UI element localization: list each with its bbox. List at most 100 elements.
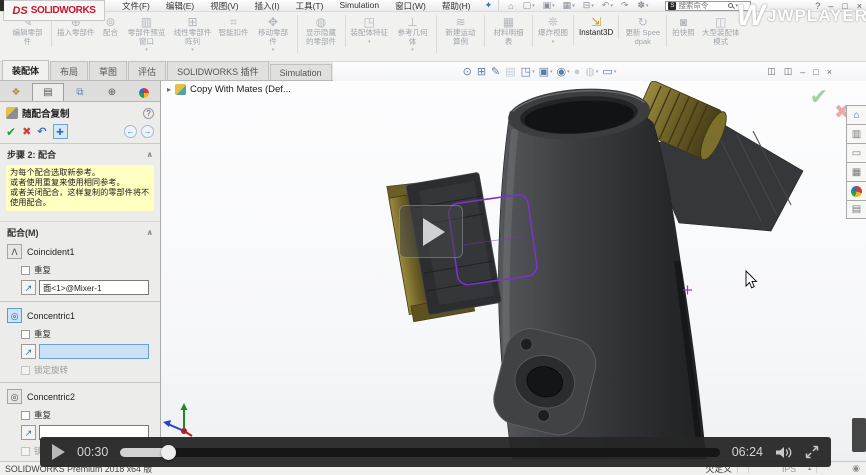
back-button[interactable]: ←: [124, 125, 137, 138]
mate-type-icon[interactable]: ◎: [7, 389, 22, 404]
mate-type-icon[interactable]: ◎: [7, 308, 22, 323]
lock-rotation-checkbox[interactable]: [21, 447, 30, 456]
repeat-checkbox[interactable]: [21, 411, 30, 420]
forward-button[interactable]: →: [141, 125, 154, 138]
window-control-button[interactable]: □: [842, 1, 847, 11]
volume-icon[interactable]: [775, 446, 793, 459]
quick-access-button[interactable]: ⌂: [505, 1, 517, 11]
command-button[interactable]: ≋ 新建运动算例: [439, 15, 485, 47]
repeat-checkbox[interactable]: [21, 266, 30, 275]
quick-access-button[interactable]: ▦▾: [560, 0, 578, 11]
command-tab[interactable]: SOLIDWORKS 插件: [167, 61, 269, 80]
command-tab[interactable]: 装配体: [2, 60, 49, 80]
command-button[interactable]: ▦ 材料明细表: [487, 15, 533, 47]
command-tab[interactable]: 评估: [128, 61, 166, 80]
manager-tab[interactable]: [128, 83, 160, 101]
quick-access-button[interactable]: ↷: [618, 0, 633, 11]
lock-rotation-checkbox[interactable]: [21, 366, 30, 375]
view-tool-button[interactable]: ▤: [505, 65, 516, 78]
step-section-header[interactable]: 步骤 2: 配合 ∧: [0, 144, 160, 163]
view-tool-button[interactable]: ▣▾: [539, 65, 553, 78]
command-button[interactable]: ▥ 零部件预览窗口 ▾: [124, 15, 170, 53]
task-pane-tab-icon[interactable]: ▦: [846, 162, 866, 181]
menu-item[interactable]: 编辑(E): [158, 0, 202, 12]
cancel-button[interactable]: ✖: [22, 125, 31, 138]
menu-item[interactable]: 视图(V): [202, 0, 246, 12]
command-tab[interactable]: 布局: [50, 61, 88, 80]
view-tool-button[interactable]: ●: [574, 66, 582, 78]
menu-item[interactable]: Simulation: [331, 0, 387, 12]
manager-tab[interactable]: ▤: [32, 83, 64, 101]
video-play-overlay[interactable]: [399, 205, 463, 258]
quick-access-button[interactable]: ⊟▾: [580, 0, 597, 11]
graphics-viewport[interactable]: ▸ Copy With Mates (Def... ✔ ✖ ⌂▥▭▦▤: [161, 81, 866, 461]
command-button[interactable]: ◙ 拍快照: [669, 15, 698, 39]
command-tab[interactable]: 草图: [89, 61, 127, 80]
help-button[interactable]: ?: [815, 1, 820, 11]
help-icon[interactable]: ?: [143, 108, 154, 119]
progress-handle[interactable]: [161, 445, 176, 460]
command-button[interactable]: ⇲ Instant3D: [576, 15, 619, 39]
search-input[interactable]: [678, 1, 726, 10]
task-pane-tab-icon[interactable]: ▤: [846, 200, 866, 219]
menu-item[interactable]: 窗口(W): [387, 0, 434, 12]
status-options-icon[interactable]: ◉: [852, 463, 860, 474]
view-tool-button[interactable]: ✎: [491, 65, 501, 78]
quick-access-button[interactable]: ▢▾: [520, 0, 538, 11]
command-button[interactable]: ⊥ 参考几何体 ▾: [391, 15, 437, 53]
task-pane-tab-icon[interactable]: ▥: [846, 124, 866, 143]
document-window-button[interactable]: ×: [827, 67, 832, 77]
confirmation-ok-icon[interactable]: ✔: [810, 84, 828, 110]
progress-bar[interactable]: [120, 448, 719, 457]
collapse-icon[interactable]: ∧: [147, 228, 154, 237]
document-window-button[interactable]: ◫: [767, 66, 776, 77]
command-button[interactable]: ⌗ 智能扣件: [216, 15, 252, 39]
pin-button[interactable]: ✚: [53, 124, 68, 139]
manager-tab[interactable]: ⊕: [96, 83, 128, 101]
window-control-button[interactable]: –: [828, 1, 833, 11]
mates-section-header[interactable]: 配合(M) ∧: [0, 221, 160, 241]
fullscreen-icon[interactable]: [805, 445, 819, 459]
command-button[interactable]: ❊ 爆炸视图 ▾: [535, 15, 574, 45]
manager-tab[interactable]: ⧉: [64, 83, 96, 101]
search-icon[interactable]: [728, 3, 733, 8]
manager-tab[interactable]: ❖: [0, 83, 32, 101]
play-button[interactable]: [52, 444, 65, 460]
command-button[interactable]: ◳ 装配体特征 ▾: [348, 15, 392, 45]
chevron-down-icon[interactable]: ▾: [735, 3, 738, 9]
document-window-button[interactable]: □: [813, 67, 818, 77]
view-tool-button[interactable]: ◉▾: [557, 65, 570, 78]
task-pane-tab-icon[interactable]: ▭: [846, 143, 866, 162]
task-pane-tab-icon[interactable]: [846, 181, 866, 200]
command-tab[interactable]: Simulation: [270, 64, 332, 80]
view-tool-button[interactable]: ◳▾: [521, 65, 535, 78]
window-control-button[interactable]: ×: [857, 1, 862, 11]
document-window-button[interactable]: –: [800, 67, 805, 77]
menu-item[interactable]: 文件(F): [114, 0, 158, 12]
view-tool-button[interactable]: ⊞: [477, 65, 487, 78]
undo-button[interactable]: ↶: [37, 125, 46, 138]
expand-arrow-icon[interactable]: ▸: [167, 85, 171, 94]
view-tool-button[interactable]: ◍▾: [585, 65, 598, 78]
menu-item[interactable]: 帮助(H): [434, 0, 479, 12]
feature-tree-item[interactable]: ▸ Copy With Mates (Def...: [167, 84, 291, 95]
menu-item[interactable]: 工具(T): [288, 0, 332, 12]
quick-access-button[interactable]: ↶▾: [599, 0, 616, 11]
document-window-button[interactable]: ◫: [784, 66, 793, 77]
command-button[interactable]: ◫ 大型装配体模式: [698, 15, 744, 47]
quick-access-button[interactable]: ✽▾: [634, 0, 651, 11]
command-button[interactable]: ⊞ 线性零部件阵列 ▾: [170, 15, 216, 53]
mate-reference-field[interactable]: [39, 344, 149, 359]
pin-toolbar-icon[interactable]: ✦: [485, 0, 493, 11]
menu-item[interactable]: 插入(I): [247, 0, 288, 12]
mate-type-icon[interactable]: Λ: [7, 244, 22, 259]
3d-model[interactable]: [161, 81, 866, 461]
quick-access-button[interactable]: ▣▾: [540, 0, 558, 11]
command-button[interactable]: ↻ 更新 Speedpak: [621, 15, 667, 47]
task-pane-tab-icon[interactable]: ⌂: [846, 105, 866, 124]
collapse-icon[interactable]: ∧: [147, 150, 154, 159]
command-button[interactable]: ✥ 移动零部件 ▾: [252, 15, 298, 53]
repeat-checkbox[interactable]: [21, 330, 30, 339]
ok-button[interactable]: ✔: [6, 125, 16, 139]
view-tool-button[interactable]: ⊙: [463, 65, 473, 78]
